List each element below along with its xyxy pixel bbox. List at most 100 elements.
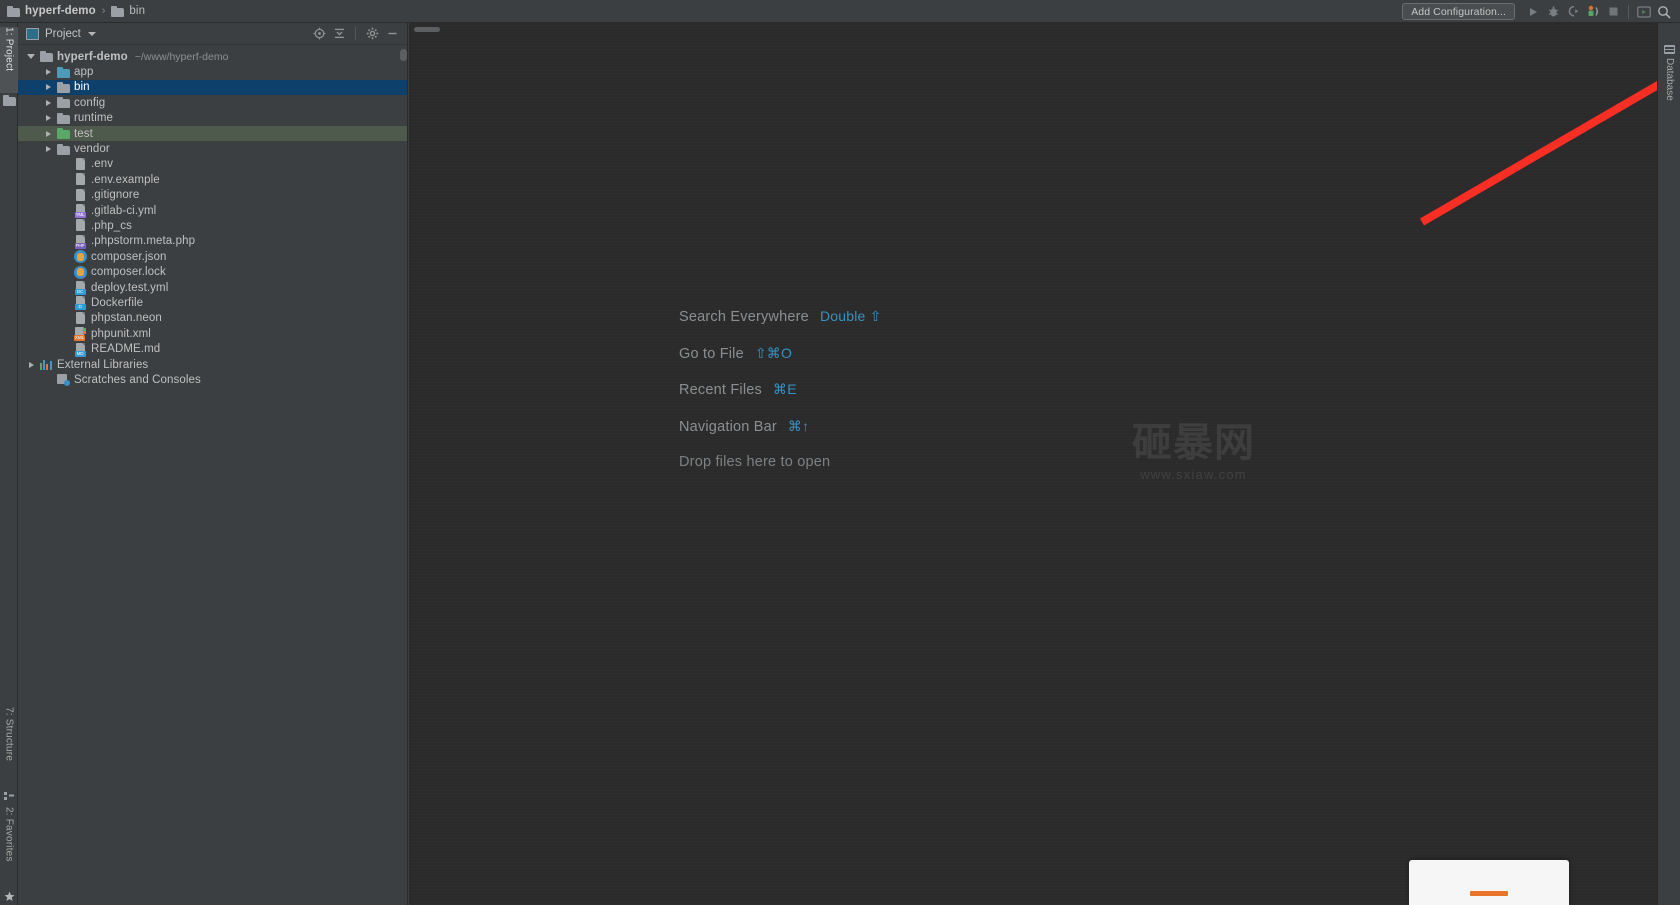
chevron-right-icon[interactable] [45,69,51,76]
left-tool-window-bar: 1: Project 7: Structure 2: Favorites [0,23,18,905]
folder-icon [111,5,125,17]
debug-icon[interactable] [1543,2,1563,22]
search-icon[interactable] [1654,2,1674,22]
tree-expander[interactable] [41,146,55,153]
tree-expander[interactable] [24,54,38,60]
tree-row[interactable]: hyperf-demo ~/www/hyperf-demo [18,49,407,64]
sidebar-item-database[interactable]: Database [1658,45,1680,101]
tree-row[interactable]: .gitignore [18,188,407,203]
tree-row[interactable]: MD README.md [18,341,407,357]
run-with-coverage-icon[interactable] [1563,2,1583,22]
breadcrumb: hyperf-demo › bin [0,5,145,17]
folder-icon [55,66,71,78]
chevron-right-icon[interactable] [45,115,51,122]
add-configuration-button[interactable]: Add Configuration... [1402,3,1515,20]
tree-row[interactable]: .env.example [18,172,407,187]
file-glyph [75,157,86,171]
breadcrumb-label: hyperf-demo [25,5,96,17]
right-tool-window-bar: Database [1657,23,1680,905]
run-icon[interactable] [1523,2,1543,22]
tree-row[interactable]: composer.lock [18,264,407,279]
tree-row[interactable]: .php_cs [18,218,407,233]
profile-icon[interactable] [1583,2,1603,22]
stop-icon[interactable] [1603,2,1623,22]
chevron-down-icon[interactable] [27,54,35,60]
tree-row[interactable]: DC deploy.test.yml [18,280,407,296]
project-tree[interactable]: hyperf-demo ~/www/hyperf-demo app bin config… [18,45,407,905]
tree-row-label: config [74,96,106,109]
tree-row[interactable]: Scratches and Consoles [18,372,407,387]
tree-expander[interactable] [41,130,55,137]
breadcrumb-item-bin[interactable]: bin [111,5,145,17]
chevron-down-icon[interactable] [87,31,96,36]
top-navigation-bar: hyperf-demo › bin Add Configuration... [0,0,1680,23]
tree-row[interactable]: XML phpunit.xml [18,326,407,342]
breadcrumb-item-project[interactable]: hyperf-demo [7,5,96,17]
tree-expander[interactable] [41,84,55,91]
tree-row[interactable]: test [18,125,407,142]
editor-scrollbar[interactable] [414,27,440,32]
tree-row-label: runtime [74,112,114,125]
project-panel-header: Project [18,23,407,45]
show-preview-icon[interactable] [1634,2,1654,22]
tree-row-label: Dockerfile [91,296,144,309]
docker-compose-file-icon: DC [72,281,88,296]
tree-row[interactable]: .env [18,157,407,172]
tree-row[interactable]: config [18,95,407,110]
editor-empty-area: Search Everywhere Double ⇧ Go to File ⇧⌘O Re… [409,23,1680,905]
sidebar-item-structure[interactable]: 7: Structure [0,707,18,785]
gear-icon[interactable] [363,25,381,43]
editor-hint-shortcut: Double ⇧ [819,308,882,324]
tree-row[interactable]: PHP .phpstorm.meta.php [18,234,407,249]
tree-expander[interactable] [41,99,55,106]
locate-icon[interactable] [310,25,328,43]
file-icon [72,311,88,325]
notification-popup[interactable] [1409,860,1569,905]
sidebar-item-project[interactable]: 1: Project [0,27,18,93]
tree-expander[interactable] [41,69,55,76]
tree-row[interactable]: YML .gitlab-ci.yml [18,203,407,219]
tree-row-label: .env.example [91,173,160,186]
chevron-right-icon[interactable] [45,99,51,106]
file-glyph: YML [74,204,86,219]
tree-row-label: app [74,66,94,79]
folder-icon [55,97,71,109]
tree-row-label: composer.json [91,250,167,263]
tree-row[interactable]: vendor [18,141,407,156]
tree-row[interactable]: runtime [18,111,407,126]
project-window-icon [26,27,39,40]
folder-glyph [56,97,70,109]
minimize-icon[interactable] [383,25,401,43]
tree-row[interactable]: External Libraries [18,357,407,372]
folder-icon [38,51,54,63]
editor-hint: Search Everywhere Double ⇧ [679,308,1199,325]
tree-row[interactable]: D Dockerfile [18,295,407,311]
file-icon [72,188,88,202]
tree-row-label: Scratches and Consoles [74,373,201,386]
folder-icon [55,128,71,140]
editor-hint-label: Search Everywhere [679,309,809,325]
structure-icon [0,792,18,801]
tree-row[interactable]: composer.json [18,249,407,264]
sidebar-item-label: 7: Structure [3,707,15,762]
chevron-right-icon[interactable] [45,146,51,153]
tree-row[interactable]: bin [18,79,407,96]
chevron-right-icon[interactable] [45,84,51,91]
sidebar-item-favorites[interactable]: 2: Favorites [0,807,18,887]
folder-glyph [56,128,70,140]
tree-row[interactable]: phpstan.neon [18,311,407,326]
breadcrumb-label: bin [129,5,146,17]
editor-hint-label: Navigation Bar [679,418,777,435]
folder-glyph [39,51,53,63]
collapse-all-icon[interactable] [330,25,348,43]
tree-expander[interactable] [41,115,55,122]
chevron-right-icon[interactable] [28,361,34,368]
drop-files-hint: Drop files here to open [679,454,831,470]
tree-expander[interactable] [24,361,38,368]
chevron-right-icon[interactable] [45,130,51,137]
editor-hint: Navigation Bar ⌘↑ [679,418,1199,435]
tree-row-label: .php_cs [91,219,132,232]
tree-row[interactable]: app [18,64,407,79]
composer-glyph [73,265,87,279]
editor-hint: Go to File ⇧⌘O [679,345,1199,362]
